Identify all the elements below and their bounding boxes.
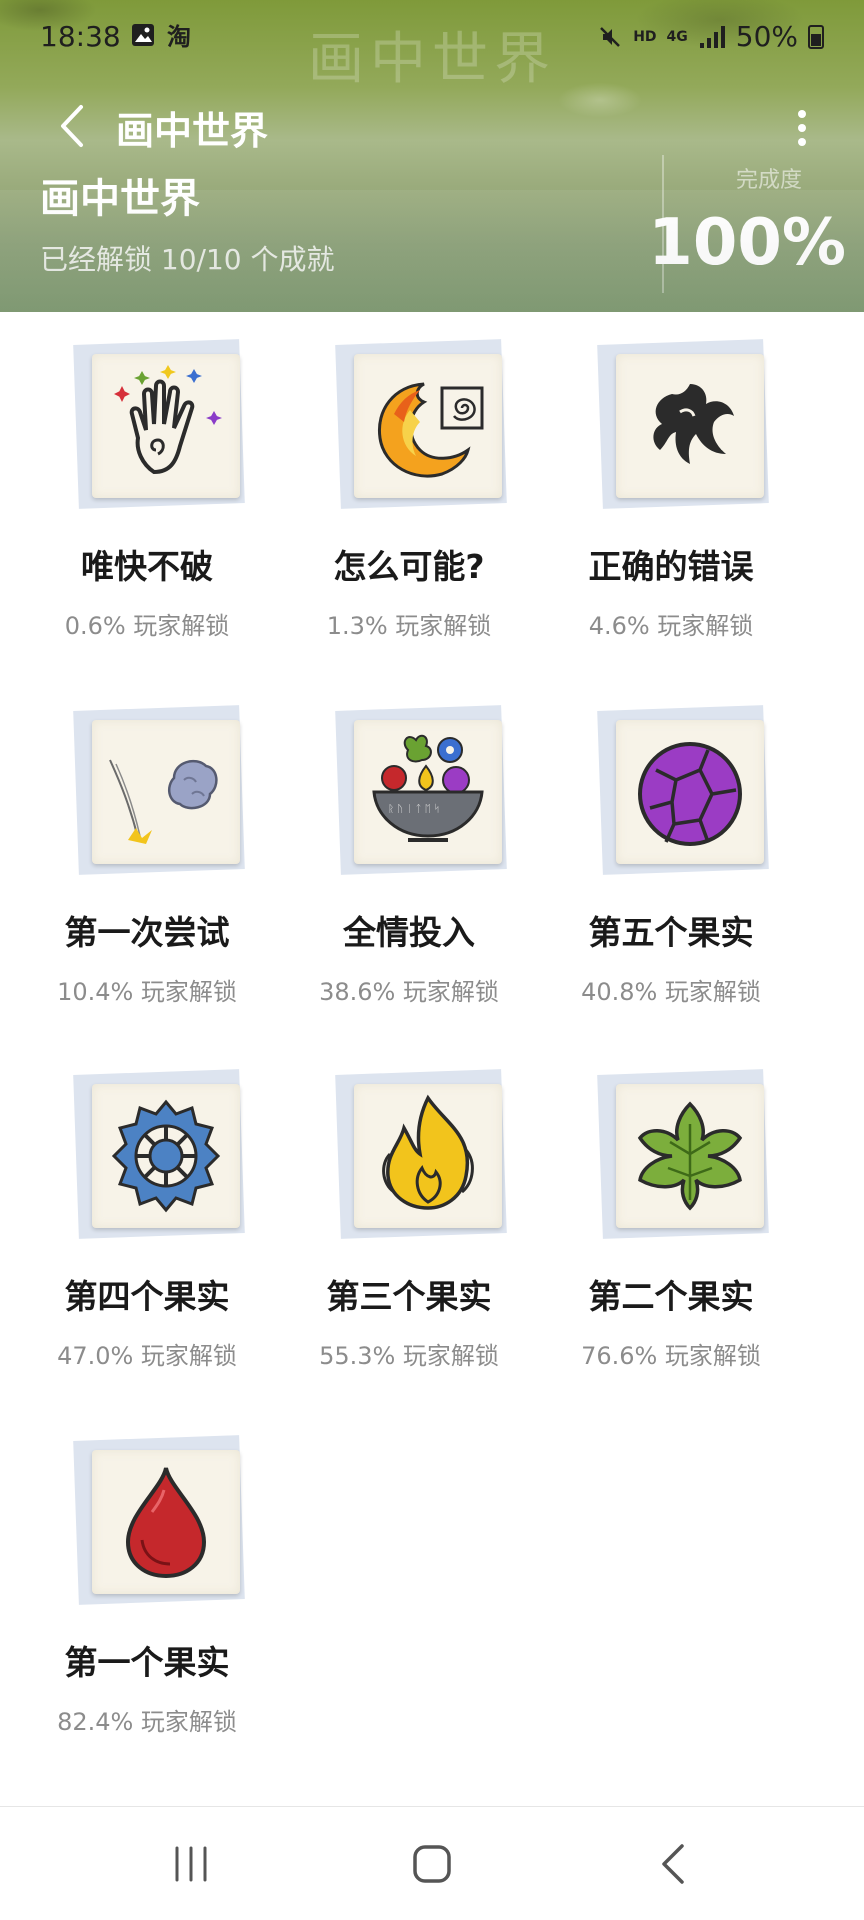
paper — [616, 354, 764, 498]
fruit-bowl-icon: ᚱ ᚢ ᛁ ᛏ ᛖ ᛋ — [372, 734, 484, 842]
achievement-name: 第二个果实 — [588, 1277, 754, 1316]
achievement-name: 全情投入 — [343, 913, 475, 952]
paper — [92, 720, 240, 864]
fire-spiral-icon — [377, 382, 484, 478]
svg-text:ᚱ ᚢ ᛁ ᛏ ᛖ ᛋ: ᚱ ᚢ ᛁ ᛏ ᛖ ᛋ — [388, 803, 440, 815]
header-divider — [662, 155, 664, 293]
battery-percent: 50% — [735, 20, 798, 53]
achievement-card[interactable]: 正确的错误 4.6% 玩家解锁 — [540, 312, 802, 652]
achievement-name: 第一个果实 — [64, 1643, 230, 1682]
achievement-card[interactable]: 第四个果实 47.0% 玩家解锁 — [16, 1042, 278, 1382]
completion-value: 100% — [648, 206, 846, 280]
hd-badge: HD — [633, 28, 657, 45]
completion-label: 完成度 — [735, 168, 802, 193]
status-time: 18:38 — [40, 20, 121, 53]
red-drop-icon — [125, 1467, 207, 1579]
paper — [92, 354, 240, 498]
achievement-badge — [597, 1069, 769, 1239]
achievement-badge: ᚱ ᚢ ᛁ ᛏ ᛖ ᛋ — [335, 705, 507, 875]
network-badge: 4G — [666, 28, 688, 45]
rainbow-hand-icon — [114, 365, 222, 475]
achievement-percent: 40.8% 玩家解锁 — [581, 978, 761, 1006]
achievement-card[interactable]: 第一个果实 82.4% 玩家解锁 — [16, 1408, 278, 1748]
svg-text:淘: 淘 — [167, 23, 191, 50]
achievement-badge — [73, 1435, 245, 1605]
achievement-badge — [73, 1069, 245, 1239]
unlock-status: 已经解锁 10/10 个成就 — [40, 243, 335, 276]
header-banner: 画中世界 18:38 淘 HD 4G 50% 画中世界 画中世界 已经解锁 10… — [0, 0, 864, 312]
achievement-percent: 1.3% 玩家解锁 — [326, 612, 492, 640]
achievement-name: 第三个果实 — [326, 1277, 492, 1316]
app-bar-title: 画中世界 — [116, 109, 269, 153]
paper — [354, 1084, 502, 1228]
achievement-card[interactable]: 怎么可能? 1.3% 玩家解锁 — [278, 312, 540, 652]
back-button[interactable] — [46, 98, 98, 154]
achievement-badge — [73, 705, 245, 875]
achievement-card[interactable]: 唯快不破 0.6% 玩家解锁 — [16, 312, 278, 652]
battery-icon — [808, 24, 824, 49]
home-button[interactable] — [387, 1829, 477, 1899]
purple-fruit-icon — [638, 742, 742, 846]
yellow-flame-icon — [382, 1094, 474, 1210]
taobao-icon: 淘 — [167, 23, 191, 50]
notification-icons: 淘 — [130, 22, 196, 50]
achievement-badge — [597, 339, 769, 509]
paper: ᚱ ᚢ ᛁ ᛏ ᛖ ᛋ — [354, 720, 502, 864]
game-title: 画中世界 — [40, 176, 200, 222]
blue-gear-icon — [111, 1099, 221, 1213]
achievement-name: 怎么可能? — [333, 547, 485, 586]
green-leaf-icon — [637, 1101, 743, 1211]
achievement-percent: 10.4% 玩家解锁 — [57, 978, 237, 1006]
paper — [616, 1084, 764, 1228]
signal-icon — [699, 25, 725, 48]
achievement-name: 第四个果实 — [64, 1277, 230, 1316]
gallery-icon — [132, 24, 154, 46]
chevron-left-icon — [61, 105, 83, 147]
status-right: HD 4G 50% — [597, 20, 824, 53]
ink-tentacle-icon — [653, 384, 734, 464]
achievement-card[interactable]: 第一次尝试 10.4% 玩家解锁 — [16, 678, 278, 1018]
more-vertical-icon — [798, 110, 806, 146]
achievement-card[interactable]: ᚱ ᚢ ᛁ ᛏ ᛖ ᛋ 全情投入 38.6% 玩家解锁 — [278, 678, 540, 1018]
status-bar: 18:38 淘 HD 4G 50% — [0, 0, 864, 78]
system-nav-bar — [0, 1806, 864, 1920]
achievement-badge — [73, 339, 245, 509]
rock-throw-icon — [109, 759, 218, 844]
achievement-percent: 0.6% 玩家解锁 — [64, 612, 230, 640]
recent-apps-button[interactable] — [146, 1829, 236, 1899]
paper — [92, 1084, 240, 1228]
achievement-badge — [335, 339, 507, 509]
achievement-percent: 38.6% 玩家解锁 — [319, 978, 499, 1006]
more-button[interactable] — [784, 100, 820, 156]
recent-apps-icon — [175, 1846, 207, 1882]
achievement-card[interactable]: 第三个果实 55.3% 玩家解锁 — [278, 1042, 540, 1382]
achievement-badge — [335, 1069, 507, 1239]
home-icon — [413, 1845, 451, 1883]
back-arrow-icon — [662, 1844, 684, 1884]
paper — [92, 1450, 240, 1594]
achievement-name: 正确的错误 — [588, 547, 754, 586]
achievement-percent: 55.3% 玩家解锁 — [319, 1342, 499, 1370]
achievement-name: 第五个果实 — [588, 913, 754, 952]
achievement-name: 第一次尝试 — [64, 913, 230, 952]
achievement-card[interactable]: 第二个果实 76.6% 玩家解锁 — [540, 1042, 802, 1382]
app-bar: 画中世界 — [0, 92, 864, 162]
achievement-badge — [597, 705, 769, 875]
paper — [354, 354, 502, 498]
mute-icon — [600, 26, 621, 47]
achievement-percent: 82.4% 玩家解锁 — [57, 1708, 237, 1736]
achievement-name: 唯快不破 — [81, 547, 213, 586]
achievement-card[interactable]: 第五个果实 40.8% 玩家解锁 — [540, 678, 802, 1018]
nav-back-button[interactable] — [628, 1829, 718, 1899]
achievement-percent: 4.6% 玩家解锁 — [588, 612, 754, 640]
achievement-percent: 47.0% 玩家解锁 — [57, 1342, 237, 1370]
achievement-percent: 76.6% 玩家解锁 — [581, 1342, 761, 1370]
paper — [616, 720, 764, 864]
